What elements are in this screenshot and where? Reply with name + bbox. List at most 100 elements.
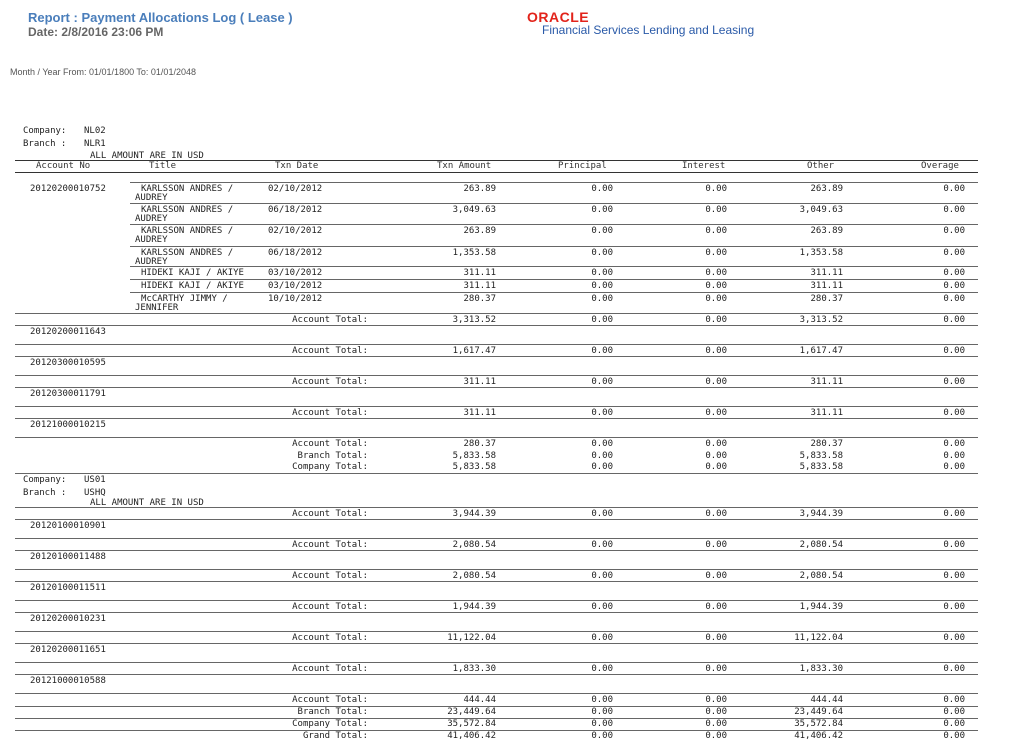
total-principal: 0.00: [591, 664, 613, 674]
total-principal: 0.00: [591, 633, 613, 643]
company-total-interest: 0.00: [705, 719, 727, 729]
company-total-interest: 0.00: [705, 462, 727, 472]
row-txn-amount: 280.37: [463, 294, 496, 304]
account-rule: [15, 418, 978, 419]
company-total-overage: 0.00: [943, 719, 965, 729]
total-interest: 0.00: [705, 664, 727, 674]
row-txn-date: 02/10/2012: [268, 226, 323, 236]
total-rule: [15, 375, 978, 376]
row-interest: 0.00: [705, 248, 727, 258]
branch-total-txn-amount: 5,833.58: [452, 451, 496, 461]
total-label: Account Total:: [292, 377, 368, 387]
row-rule: [130, 224, 978, 225]
account-number: 20121000010588: [30, 676, 106, 686]
row-overage: 0.00: [943, 248, 965, 258]
col-overage: Overage: [921, 161, 959, 171]
total-txn-amount: 1,617.47: [452, 346, 496, 356]
branch-total-other: 5,833.58: [799, 451, 843, 461]
branch-total-other: 23,449.64: [794, 707, 843, 717]
row-txn-date: 03/10/2012: [268, 281, 323, 291]
total-other: 444.44: [810, 695, 843, 705]
total-overage: 0.00: [943, 377, 965, 387]
row-other: 311.11: [810, 268, 843, 278]
total-overage: 0.00: [943, 408, 965, 418]
total-txn-amount: 1,833.30: [452, 664, 496, 674]
total-other: 2,080.54: [799, 571, 843, 581]
grand-total-interest: 0.00: [705, 731, 727, 741]
total-txn-amount: 3,313.52: [452, 315, 496, 325]
total-other: 280.37: [810, 439, 843, 449]
total-interest: 0.00: [705, 346, 727, 356]
branch-total-principal: 0.00: [591, 707, 613, 717]
row-other: 280.37: [810, 294, 843, 304]
account-number: 20120200011643: [30, 327, 106, 337]
row-interest: 0.00: [705, 294, 727, 304]
row-title-cont: AUDREY: [135, 193, 168, 203]
total-other: 311.11: [810, 377, 843, 387]
oracle-logo-subtitle: Financial Services Lending and Leasing: [542, 23, 755, 37]
total-overage: 0.00: [943, 602, 965, 612]
grand-total-principal: 0.00: [591, 731, 613, 741]
total-rule: [15, 631, 978, 632]
row-txn-date: 06/18/2012: [268, 248, 323, 258]
total-txn-amount: 2,080.54: [452, 540, 496, 550]
account-number: 20120100011488: [30, 552, 106, 562]
row-overage: 0.00: [943, 281, 965, 291]
total-rule: [15, 437, 978, 438]
total-interest: 0.00: [705, 439, 727, 449]
branch-label: Branch :: [23, 139, 67, 149]
total-overage: 0.00: [943, 633, 965, 643]
row-principal: 0.00: [591, 294, 613, 304]
row-other: 311.11: [810, 281, 843, 291]
total-interest: 0.00: [705, 509, 727, 519]
row-rule: [130, 246, 978, 247]
total-rule: [15, 313, 978, 314]
branch-code: USHQ: [84, 488, 106, 498]
grand-total-txn-amount: 41,406.42: [447, 731, 496, 741]
total-label: Account Total:: [292, 695, 368, 705]
row-txn-date: 03/10/2012: [268, 268, 323, 278]
company-total-overage: 0.00: [943, 462, 965, 472]
total-txn-amount: 280.37: [463, 439, 496, 449]
row-rule: [130, 292, 978, 293]
total-interest: 0.00: [705, 695, 727, 705]
total-principal: 0.00: [591, 315, 613, 325]
total-txn-amount: 11,122.04: [447, 633, 496, 643]
row-rule: [130, 203, 978, 204]
total-principal: 0.00: [591, 377, 613, 387]
company-total-other: 35,572.84: [794, 719, 843, 729]
account-number: 20120200010231: [30, 614, 106, 624]
branch-label: Branch :: [23, 488, 67, 498]
company-total-txn-amount: 5,833.58: [452, 462, 496, 472]
total-interest: 0.00: [705, 571, 727, 581]
grand-total-other: 41,406.42: [794, 731, 843, 741]
account-number: 20120100011511: [30, 583, 106, 593]
row-principal: 0.00: [591, 184, 613, 194]
company-code: US01: [84, 475, 106, 485]
row-overage: 0.00: [943, 294, 965, 304]
account-rule: [15, 643, 978, 644]
row-principal: 0.00: [591, 205, 613, 215]
report-title: Report : Payment Allocations Log ( Lease…: [28, 10, 293, 25]
row-principal: 0.00: [591, 268, 613, 278]
header-bottom-rule: [15, 172, 978, 173]
total-txn-amount: 3,944.39: [452, 509, 496, 519]
grand-total-overage: 0.00: [943, 731, 965, 741]
col-title: Title: [149, 161, 177, 171]
branch-total-overage: 0.00: [943, 451, 965, 461]
branch-total-label: Branch Total:: [297, 451, 368, 461]
total-overage: 0.00: [943, 439, 965, 449]
total-label: Account Total:: [292, 602, 368, 612]
total-label: Account Total:: [292, 571, 368, 581]
row-title-cont: AUDREY: [135, 214, 168, 224]
total-label: Account Total:: [292, 540, 368, 550]
row-overage: 0.00: [943, 268, 965, 278]
row-other: 3,049.63: [799, 205, 843, 215]
company-total-other: 5,833.58: [799, 462, 843, 472]
total-interest: 0.00: [705, 408, 727, 418]
total-rule: [15, 693, 978, 694]
total-overage: 0.00: [943, 346, 965, 356]
row-txn-amount: 311.11: [463, 281, 496, 291]
branch-code: NLR1: [84, 139, 106, 149]
report-date: Date: 2/8/2016 23:06 PM: [28, 25, 164, 39]
